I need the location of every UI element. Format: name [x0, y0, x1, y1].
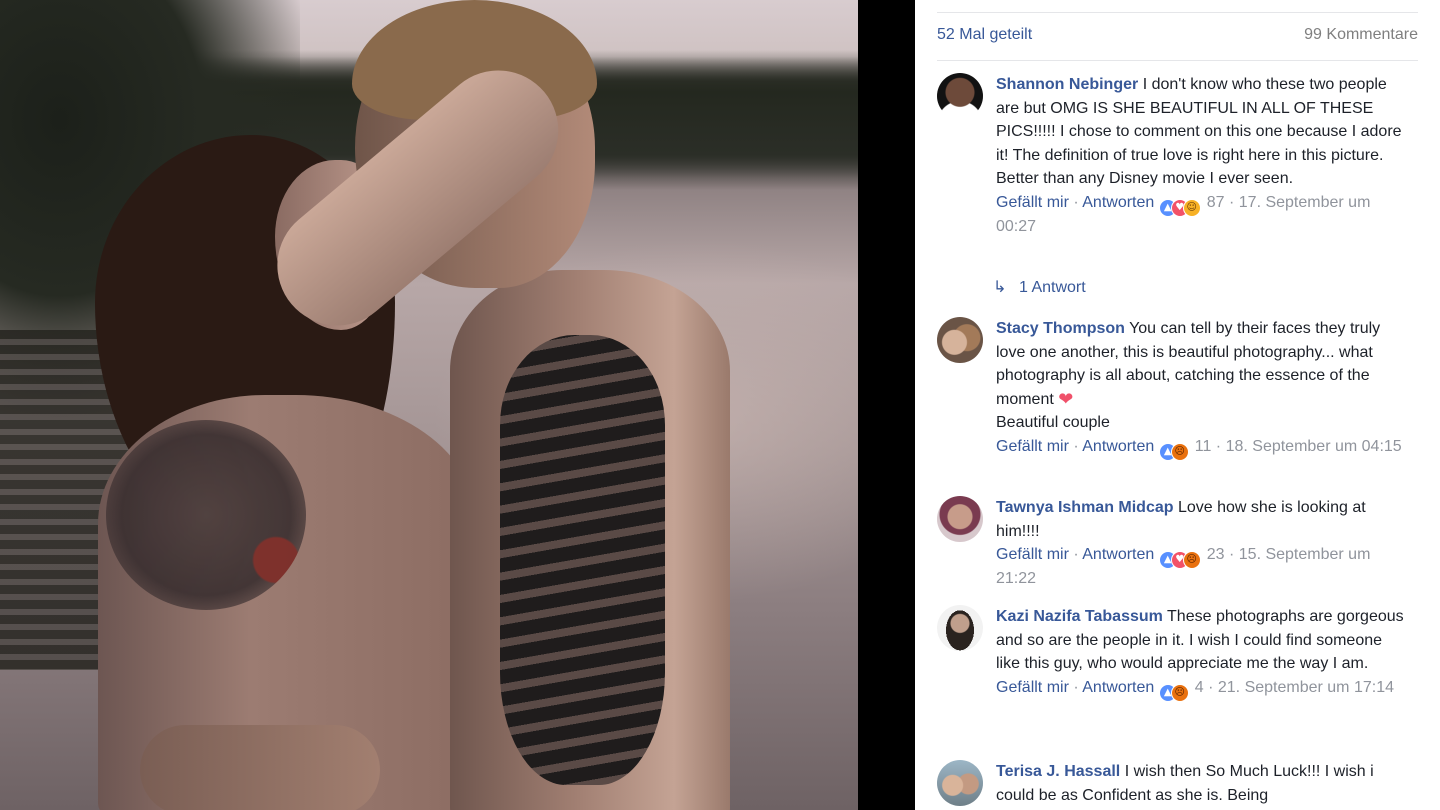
- comment-body: Tawnya Ishman Midcap Love how she is loo…: [996, 496, 1406, 590]
- reactions[interactable]: ▲ ☹: [1158, 438, 1189, 461]
- photo-divider: [858, 0, 915, 810]
- reactions[interactable]: ▲ ☹: [1158, 679, 1189, 702]
- reactions[interactable]: ▲ ♥ ☹: [1158, 546, 1201, 570]
- reply-link[interactable]: Antworten: [1082, 438, 1154, 455]
- avatar[interactable]: [937, 73, 983, 119]
- comment-body: Shannon Nebinger I don't know who these …: [996, 73, 1406, 238]
- comments-count-link[interactable]: 99 Kommentare: [1304, 26, 1418, 44]
- view-replies-link[interactable]: ↳ 1 Antwort: [993, 277, 1293, 297]
- replies-label: 1 Antwort: [1019, 279, 1086, 296]
- separator: [937, 60, 1418, 61]
- angry-reaction-icon: ☹: [1182, 551, 1201, 570]
- meta-separator: ·: [1211, 437, 1226, 455]
- comment-author[interactable]: Stacy Thompson: [996, 320, 1125, 337]
- comment-author[interactable]: Tawnya Ishman Midcap: [996, 499, 1174, 516]
- reaction-count: 11: [1194, 437, 1212, 455]
- reaction-count: 87: [1206, 193, 1225, 211]
- reply-link[interactable]: Antworten: [1082, 546, 1154, 563]
- meta-separator: ·: [1224, 546, 1239, 564]
- comment-meta: Gefällt mir · Antworten ▲ ♥ ☹ 23 · 15. Sep…: [996, 543, 1406, 590]
- comment-author[interactable]: Kazi Nazifa Tabassum: [996, 608, 1163, 625]
- like-link[interactable]: Gefällt mir: [996, 546, 1069, 563]
- reactions[interactable]: ▲ ♥ ☺: [1158, 194, 1201, 217]
- comment-text-line: Beautiful couple: [996, 414, 1110, 432]
- like-link[interactable]: Gefällt mir: [996, 679, 1069, 696]
- meta-separator: ·: [1068, 193, 1083, 211]
- reaction-count: 23: [1206, 546, 1225, 564]
- comment-body: Kazi Nazifa Tabassum These photographs a…: [996, 605, 1406, 702]
- comment-meta: Gefällt mir · Antworten ▲ ☹ 4 · 21. Septe…: [996, 676, 1406, 702]
- avatar[interactable]: [937, 760, 983, 806]
- comment-author[interactable]: Terisa J. Hassall: [996, 763, 1120, 780]
- comment-body: Stacy Thompson You can tell by their fac…: [996, 317, 1406, 461]
- meta-separator: ·: [1203, 678, 1218, 696]
- meta-separator: ·: [1068, 678, 1083, 696]
- meta-separator: ·: [1068, 546, 1083, 564]
- like-link[interactable]: Gefällt mir: [996, 438, 1069, 455]
- meta-separator: ·: [1068, 437, 1083, 455]
- photo-man-tattoo: [500, 335, 665, 785]
- comment-timestamp[interactable]: 18. September um 04:15: [1226, 438, 1402, 455]
- angry-reaction-icon: ☹: [1170, 683, 1189, 702]
- comment-meta: Gefällt mir · Antworten ▲ ♥ ☺ 87 · 17. Sep…: [996, 191, 1406, 238]
- haha-reaction-icon: ☺: [1182, 198, 1201, 217]
- reply-link[interactable]: Antworten: [1082, 194, 1154, 211]
- angry-reaction-icon: ☹: [1170, 442, 1189, 461]
- post-stats: 52 Mal geteilt 99 Kommentare: [937, 26, 1418, 50]
- comment-timestamp[interactable]: 21. September um 17:14: [1218, 679, 1394, 696]
- comments-panel: 52 Mal geteilt 99 Kommentare Shannon Neb…: [915, 0, 1440, 810]
- like-link[interactable]: Gefällt mir: [996, 194, 1069, 211]
- comment-body: Terisa J. Hassall I wish then So Much Lu…: [996, 760, 1406, 807]
- post-photo[interactable]: [0, 0, 858, 810]
- photo-hand: [140, 725, 380, 810]
- separator: [937, 12, 1418, 13]
- shares-link[interactable]: 52 Mal geteilt: [937, 26, 1032, 44]
- comment-meta: Gefällt mir · Antworten ▲ ☹ 11 · 18. Sept…: [996, 435, 1406, 461]
- avatar[interactable]: [937, 496, 983, 542]
- comment-author[interactable]: Shannon Nebinger: [996, 76, 1138, 93]
- avatar[interactable]: [937, 605, 983, 651]
- reaction-count: 4: [1194, 678, 1204, 696]
- heart-emoji-icon: ❤: [1058, 388, 1074, 410]
- photo-woman-tattoo: [106, 420, 306, 610]
- reply-link[interactable]: Antworten: [1082, 679, 1154, 696]
- reply-arrow-icon: ↳: [993, 277, 1007, 296]
- meta-separator: ·: [1224, 193, 1239, 211]
- avatar[interactable]: [937, 317, 983, 363]
